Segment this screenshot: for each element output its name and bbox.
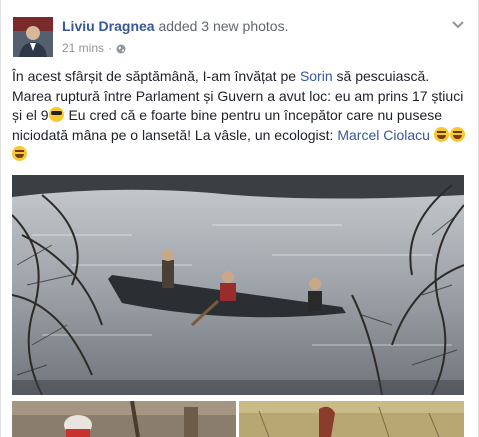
timestamp-link[interactable]: 21 mins <box>62 41 104 55</box>
mention-link[interactable]: Marcel Ciolacu <box>337 127 430 143</box>
post-meta: 21 mins · <box>62 41 126 55</box>
post-body: În acest sfârșit de săptămână, I-am învă… <box>12 67 467 165</box>
post-header: Liviu Dragnea added 3 new photos. <box>62 18 288 34</box>
man-holding-fish-photo[interactable] <box>239 401 464 437</box>
avatar[interactable] <box>13 17 53 57</box>
laughing-emoji-icon <box>433 126 449 142</box>
laughing-emoji-icon <box>12 146 27 161</box>
card-border-left <box>0 0 1 437</box>
laughing-emoji-icon <box>449 126 465 142</box>
fishing-boat-on-lake-photo[interactable] <box>12 175 464 395</box>
man-holding-fishing-rod-photo[interactable] <box>12 401 236 437</box>
mention-link[interactable]: Sorin <box>300 68 333 84</box>
meta-separator: · <box>108 41 113 55</box>
post-text-segment: În acest sfârșit de săptămână, I-am învă… <box>12 68 300 84</box>
post-action-text: added 3 new photos. <box>158 18 289 34</box>
author-name-link[interactable]: Liviu Dragnea <box>62 18 155 34</box>
sunglasses-emoji-icon <box>48 107 64 122</box>
globe-icon[interactable] <box>116 43 126 54</box>
post-card: Liviu Dragnea added 3 new photos. 21 min… <box>0 0 479 437</box>
chevron-down-icon[interactable] <box>450 18 466 30</box>
